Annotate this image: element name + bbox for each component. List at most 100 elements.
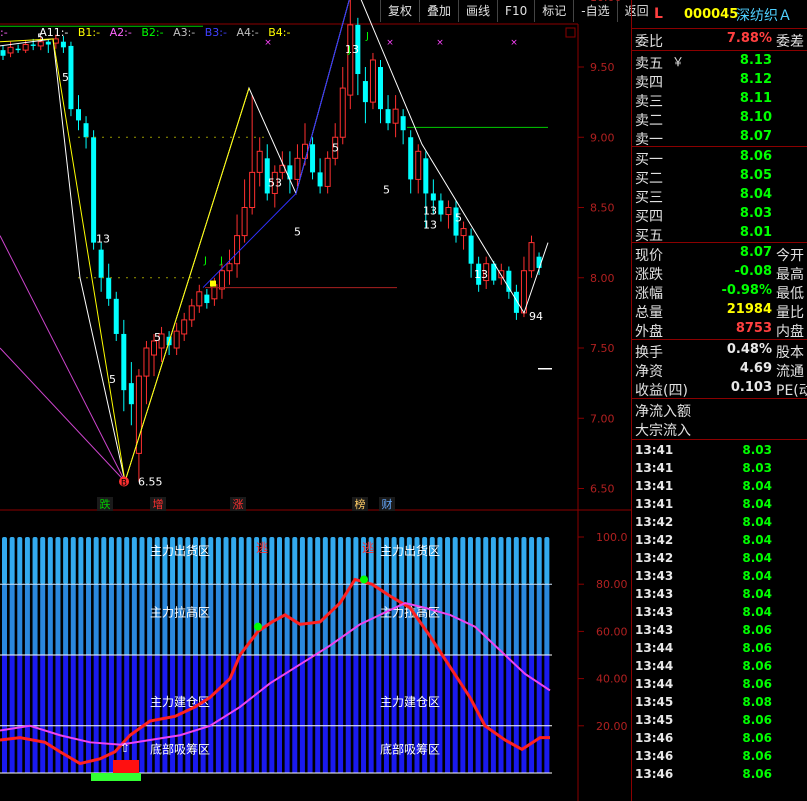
zone-bar-high — [55, 584, 61, 655]
zone-bar-top — [277, 537, 282, 585]
tick-price: 8.04 — [742, 569, 772, 583]
ask-row-value: 8.10 — [739, 110, 772, 125]
zone-bar-top — [139, 537, 145, 585]
zone-bar-high — [200, 584, 206, 655]
zone-bar-high — [299, 584, 305, 655]
price-tick-label: 9.00 — [590, 131, 615, 144]
zone-bar-high — [192, 584, 198, 655]
zone-bar-top — [238, 537, 244, 585]
stat-row-value: -0.08 — [734, 264, 772, 279]
j-marker: J — [219, 256, 223, 267]
zone-bar-low — [330, 655, 336, 773]
j-marker: J — [203, 256, 207, 267]
zone-bar-high — [475, 584, 481, 655]
zone-bar-top — [345, 537, 351, 585]
tick-price: 8.08 — [742, 695, 772, 709]
tick-row: 13:41 8.04 — [632, 496, 807, 514]
tick-price: 8.06 — [742, 749, 772, 763]
zone-bar-high — [93, 584, 99, 655]
zone-bar-low — [445, 655, 451, 773]
tick-row: 13:43 8.04 — [632, 586, 807, 604]
count-label: 5 — [62, 71, 69, 84]
ask-row-value: 8.11 — [739, 91, 772, 106]
candle-body — [310, 144, 316, 173]
ask-row-label: 卖三 — [635, 94, 663, 110]
candle-body — [445, 207, 452, 216]
zone-bar-low — [345, 655, 351, 773]
zone-bar-high — [147, 584, 153, 655]
indicator-tick-label: 60.00 — [596, 625, 628, 638]
quote-panel: L 000045 深纺织Ａ 委比 7.88% 委差 卖五 ￥ 8.13 卖四 8.12 卖… — [631, 0, 807, 801]
count-label: 5 — [455, 212, 462, 225]
bid-row-label: 买一 — [635, 152, 663, 168]
count-label: 13 — [96, 233, 110, 246]
indicator-tick-label: 20.00 — [596, 720, 628, 733]
candle-body — [234, 235, 241, 265]
candle-body — [287, 165, 293, 180]
zone-label: 主力建仓区 — [380, 695, 440, 709]
flow-row: 大宗流入 — [632, 420, 807, 439]
stock-terminal-window: 复权 叠加 画线 F10 标记 -自选 返回 :- A11:- B1:- A2:… — [0, 0, 807, 801]
divider — [632, 398, 807, 399]
zone-bar-low — [40, 655, 46, 773]
price-tick-label: 7.50 — [590, 342, 615, 355]
candle-body — [7, 46, 14, 54]
zone-bar-top — [70, 537, 76, 585]
zone-bar-low — [261, 655, 267, 773]
stat-row: 涨跌 -0.08 最高 — [632, 264, 807, 283]
candle-body — [52, 38, 59, 44]
candle-body — [45, 41, 51, 45]
zone-bar-top — [24, 537, 30, 585]
tick-row: 13:42 8.04 — [632, 532, 807, 550]
bid-row-value: 8.05 — [739, 168, 772, 183]
zigzag-magenta — [0, 235, 126, 482]
zone-bar-high — [422, 584, 428, 655]
tick-price: 8.06 — [742, 659, 772, 673]
market-badge: L — [654, 6, 663, 22]
candle-body — [430, 193, 436, 201]
event-label: 跌 — [100, 497, 111, 511]
j-marker: J — [347, 45, 351, 56]
candle-body — [468, 235, 474, 264]
sell-dot — [360, 575, 368, 584]
bid-row: 买四 8.03 — [632, 206, 807, 225]
tick-row: 13:41 8.03 — [632, 460, 807, 478]
candle-body — [294, 157, 301, 180]
tick-time: 13:44 — [635, 641, 674, 655]
tick-time: 13:44 — [635, 677, 674, 691]
candle-body — [392, 108, 399, 124]
tick-time: 13:43 — [635, 605, 674, 619]
tick-price: 8.06 — [742, 713, 772, 727]
price-and-indicator-chart[interactable]: 12.5012.0011.5011.0010.5010.009.509.008.… — [0, 0, 631, 801]
zone-bar-high — [506, 584, 512, 655]
tick-price: 8.06 — [742, 677, 772, 691]
stat2-row-label2: PE(动 — [776, 383, 807, 399]
tick-price: 8.06 — [742, 623, 772, 637]
zone-bar-high — [399, 584, 405, 655]
stat-row: 涨幅 -0.98% 最低 — [632, 283, 807, 302]
zone-bar-top — [17, 537, 23, 585]
zone-bar-top — [338, 537, 344, 585]
zone-bar-low — [238, 655, 244, 773]
candle-body — [218, 270, 225, 290]
indicator-tick-label: 80.00 — [596, 578, 628, 591]
zone-bar-high — [70, 584, 76, 655]
zone-bar-top — [299, 537, 305, 585]
tick-row: 13:41 8.03 — [632, 442, 807, 460]
cross-marker: × — [386, 38, 394, 48]
zone-bar-low — [254, 655, 260, 773]
zone-bar-low — [32, 655, 38, 773]
stat-row-value: 8.07 — [739, 245, 772, 260]
zone-bar-top — [9, 537, 15, 585]
zone-bar-low — [513, 655, 519, 773]
current-price-mark — [538, 368, 552, 370]
panel-corner-icon — [565, 27, 576, 38]
zone-bar-high — [208, 584, 214, 655]
zone-bar-top — [460, 537, 466, 585]
zone-bar-high — [86, 584, 92, 655]
flow-row: 净流入额 — [632, 401, 807, 420]
tick-row: 13:43 8.04 — [632, 604, 807, 622]
tick-row: 13:44 8.06 — [632, 676, 807, 694]
zone-bar-low — [498, 655, 504, 773]
zone-bar-low — [361, 655, 367, 773]
